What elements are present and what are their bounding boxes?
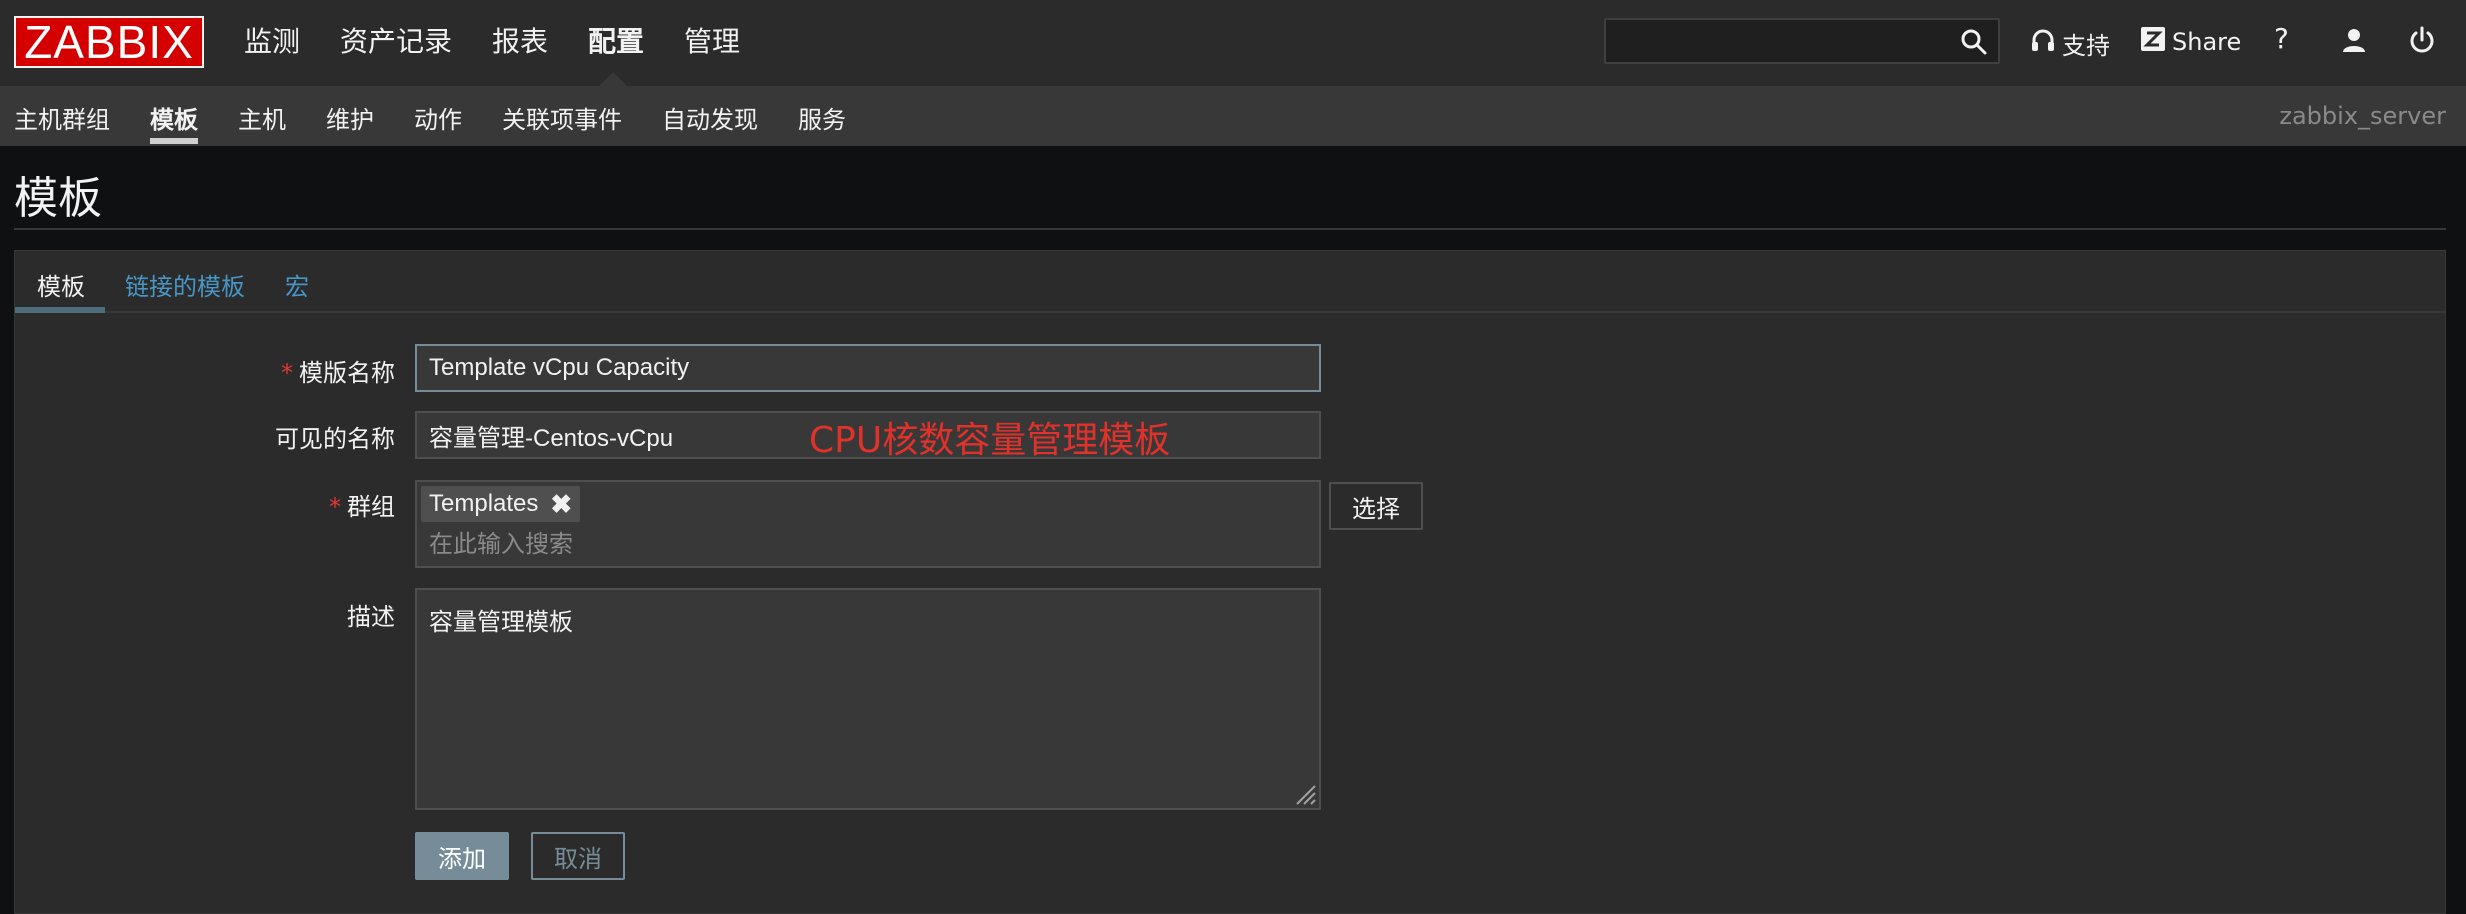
page-title: 模板 [14, 173, 102, 224]
required-marker: * [329, 493, 341, 521]
groups-label-text: 群组 [347, 493, 395, 521]
server-name: zabbix_server [2279, 102, 2446, 130]
groups-label: * 群组 [15, 487, 395, 522]
support-label: 支持 [2062, 32, 2110, 60]
headset-icon [2030, 28, 2056, 60]
groups-multiselect[interactable]: Templates ✖ [415, 480, 1321, 568]
subnav-templates[interactable]: 模板 [150, 100, 198, 135]
form-tabs: 模板 链接的模板 宏 [15, 251, 2445, 313]
share-z-icon [2140, 26, 2166, 58]
zabbix-logo[interactable]: ZABBIX [14, 16, 204, 68]
subnav-maintenance[interactable]: 维护 [326, 100, 374, 135]
visible-name-label: 可见的名称 [275, 425, 395, 453]
help-icon[interactable]: ? [2274, 22, 2289, 55]
sub-navigation: 主机群组 模板 主机 维护 动作 关联项事件 自动发现 服务 zabbix_se… [0, 86, 2466, 146]
active-nav-caret [599, 72, 627, 86]
remove-chip-icon[interactable]: ✖ [550, 491, 572, 517]
resize-handle-icon[interactable] [1293, 782, 1317, 806]
support-link[interactable]: 支持 [2030, 26, 2110, 61]
red-annotation: CPU核数容量管理模板 [809, 420, 1171, 461]
user-profile-icon[interactable] [2340, 26, 2368, 54]
description-label: 描述 [347, 603, 395, 631]
share-link[interactable]: Share [2140, 26, 2241, 58]
required-marker: * [281, 359, 293, 387]
cancel-button[interactable]: 取消 [531, 832, 625, 880]
template-name-input[interactable] [415, 344, 1321, 392]
groups-search-input[interactable] [421, 526, 1281, 562]
select-groups-button[interactable]: 选择 [1329, 482, 1423, 530]
template-name-label-text: 模版名称 [299, 359, 395, 387]
tab-active-indicator [15, 307, 105, 313]
subnav-active-indicator [150, 138, 198, 144]
power-signout-icon[interactable] [2408, 26, 2436, 54]
subnav-actions[interactable]: 动作 [414, 100, 462, 135]
add-button[interactable]: 添加 [415, 832, 509, 880]
main-nav-reports[interactable]: 报表 [492, 20, 548, 60]
subnav-hosts[interactable]: 主机 [238, 100, 286, 135]
top-header: ZABBIX 监测 资产记录 报表 配置 管理 支持 Share ? [0, 0, 2466, 86]
search-icon[interactable] [1960, 28, 1988, 56]
description-textarea[interactable]: 容量管理模板 [415, 588, 1321, 810]
main-nav-configuration[interactable]: 配置 [588, 20, 644, 60]
main-nav-monitoring[interactable]: 监测 [244, 20, 300, 60]
search-input[interactable] [1606, 20, 1946, 62]
subnav-discovery[interactable]: 自动发现 [662, 100, 758, 135]
tab-linked-templates[interactable]: 链接的模板 [125, 267, 245, 302]
share-label: Share [2172, 28, 2242, 56]
template-name-label: * 模版名称 [15, 353, 395, 388]
group-chip: Templates ✖ [421, 486, 581, 522]
subnav-services[interactable]: 服务 [798, 100, 846, 135]
subnav-host-groups[interactable]: 主机群组 [14, 100, 110, 135]
group-chip-label: Templates [429, 490, 539, 517]
title-divider [14, 228, 2446, 230]
global-search [1604, 18, 2000, 64]
template-form-panel: 模板 链接的模板 宏 *模版名称 可见的名称 CPU核数容量管理模板 *群组 T… [14, 250, 2446, 914]
main-nav-administration[interactable]: 管理 [684, 20, 740, 60]
subnav-event-correlation[interactable]: 关联项事件 [502, 100, 622, 135]
tab-template[interactable]: 模板 [37, 267, 85, 302]
tab-macros[interactable]: 宏 [285, 267, 309, 302]
main-nav-inventory[interactable]: 资产记录 [340, 20, 452, 60]
